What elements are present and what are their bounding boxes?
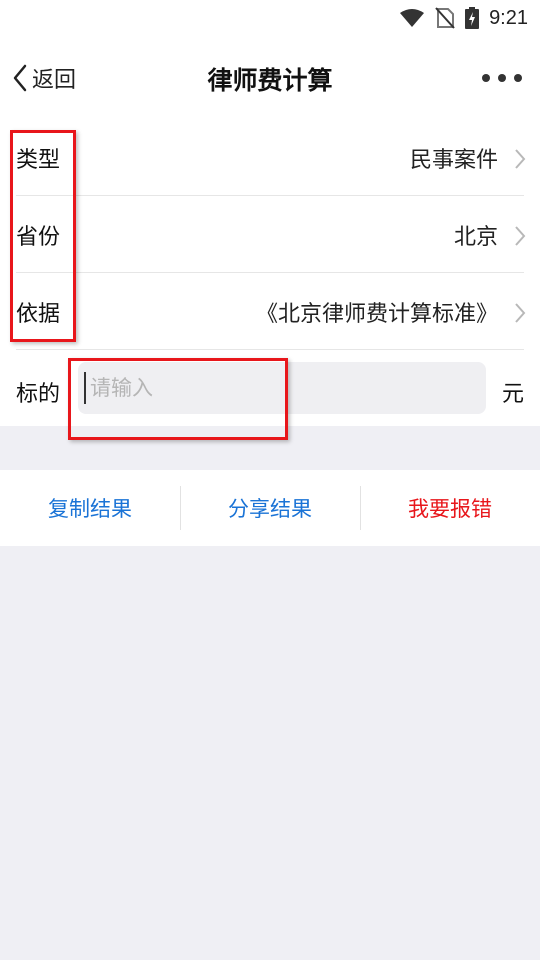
divider	[16, 349, 524, 350]
page-title: 律师费计算	[207, 66, 333, 95]
chevron-right-icon	[515, 226, 526, 246]
more-dots-icon[interactable]	[482, 66, 522, 90]
report-error-button[interactable]: 我要报错	[360, 470, 540, 546]
chevron-right-icon	[515, 303, 526, 323]
status-icons: 9:21	[399, 6, 528, 30]
row-case-type[interactable]: 类型 民事案件	[0, 120, 540, 196]
row-label-type: 类型	[16, 148, 61, 173]
battery-charging-icon	[465, 7, 480, 29]
amount-unit: 元	[501, 382, 524, 407]
case-type-value: 民事案件	[409, 148, 498, 173]
divider	[16, 195, 524, 196]
basis-value: 《北京律师费计算标准》	[255, 302, 498, 327]
row-amount: 标的 元	[0, 354, 540, 426]
share-result-button[interactable]: 分享结果	[180, 470, 360, 546]
nav-bar: 返回 律师费计算	[0, 36, 540, 120]
status-time: 9:21	[489, 6, 528, 29]
amount-input[interactable]	[78, 362, 486, 414]
action-bar: 复制结果 分享结果 我要报错	[0, 470, 540, 546]
status-bar: 9:21	[0, 0, 540, 36]
wifi-icon	[400, 9, 425, 27]
chevron-right-icon	[515, 149, 526, 169]
divider	[16, 272, 524, 273]
calculator-form: 类型 民事案件 省份 北京 依据 《北京律师费计算标准》 标的 元	[0, 120, 540, 426]
row-basis[interactable]: 依据 《北京律师费计算标准》	[0, 274, 540, 350]
no-sim-icon	[435, 7, 455, 29]
province-value: 北京	[453, 225, 498, 250]
row-label-province: 省份	[16, 225, 61, 250]
copy-result-button[interactable]: 复制结果	[0, 470, 180, 546]
row-label-basis: 依据	[16, 302, 61, 327]
text-cursor	[84, 372, 86, 404]
row-province[interactable]: 省份 北京	[0, 197, 540, 273]
amount-label: 标的	[16, 382, 61, 407]
